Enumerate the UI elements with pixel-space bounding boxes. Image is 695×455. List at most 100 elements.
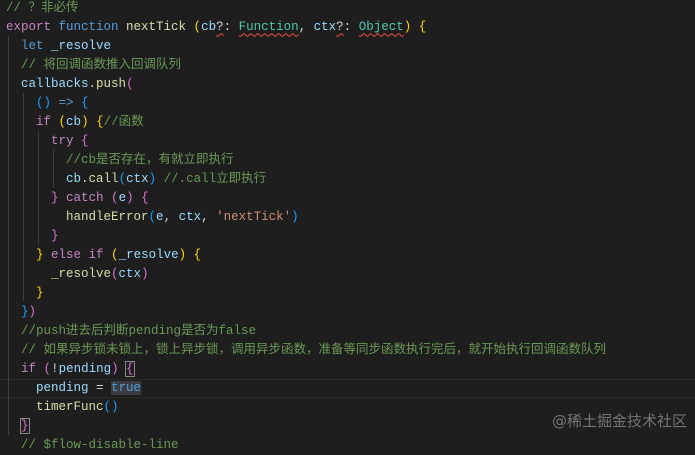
code-token: if xyxy=(21,361,44,376)
code-token: ( xyxy=(148,209,157,224)
code-token: callbacks xyxy=(21,76,89,91)
code-token: , xyxy=(201,209,217,224)
code-token: // ？非必传 xyxy=(6,0,79,15)
code-token: //.call立即执行 xyxy=(163,171,267,186)
code-token: pending xyxy=(58,361,112,376)
code-token: ) xyxy=(28,304,37,319)
code-line[interactable]: let _resolve xyxy=(6,37,695,56)
code-token: // 将回调函数推入回调队列 xyxy=(21,57,182,72)
code-token: } xyxy=(21,304,29,319)
code-token: catch xyxy=(58,190,112,205)
code-token: nextTick xyxy=(126,19,194,34)
code-token: { xyxy=(81,133,89,148)
code-line[interactable]: // ？非必传 xyxy=(6,0,695,18)
watermark: @稀土掘金技术社区 xyxy=(551,412,687,430)
code-line[interactable]: }) xyxy=(6,303,695,322)
indent-guide xyxy=(38,131,39,245)
code-line[interactable]: _resolve(ctx) xyxy=(6,265,695,284)
code-token: ) xyxy=(178,247,187,262)
code-token: Function xyxy=(238,19,299,34)
code-line[interactable]: // 将回调函数推入回调队列 xyxy=(6,56,695,75)
code-token: cb xyxy=(66,114,82,129)
code-token: ) xyxy=(291,209,299,224)
code-token: { xyxy=(125,360,135,377)
code-line[interactable]: handleError(e, ctx, 'nextTick') xyxy=(6,208,695,227)
code-line[interactable]: // $flow-disable-line xyxy=(6,436,695,455)
code-token: try xyxy=(51,133,82,148)
code-line[interactable]: export function nextTick (cb?: Function,… xyxy=(6,18,695,37)
code-token: ) xyxy=(141,266,149,281)
code-token: ) xyxy=(148,171,157,186)
code-line[interactable]: //cb是否存在，有就立即执行 xyxy=(6,151,695,170)
code-token: ( xyxy=(193,19,202,34)
code-token: ) xyxy=(126,190,134,205)
code-token: _resolve xyxy=(51,266,112,281)
code-line[interactable]: try { xyxy=(6,132,695,151)
code-token: ctx xyxy=(178,209,202,224)
code-line[interactable]: } xyxy=(6,284,695,303)
code-token: ( xyxy=(111,247,119,262)
code-token: } xyxy=(20,417,30,434)
code-line[interactable]: if (!pending) { xyxy=(6,360,695,379)
code-line[interactable]: if (cb) {//函数 xyxy=(6,113,695,132)
code-token: : xyxy=(343,19,359,34)
code-token: //函数 xyxy=(103,114,144,129)
code-token: pending xyxy=(36,380,89,395)
code-token: ( xyxy=(43,361,52,376)
code-token: export xyxy=(6,19,59,34)
code-token: . xyxy=(81,171,89,186)
code-token: => xyxy=(51,95,82,110)
code-line[interactable]: } else if (_resolve) { xyxy=(6,246,695,265)
code-token: } xyxy=(36,247,44,262)
code-token: { xyxy=(96,114,104,129)
code-token: ( xyxy=(111,266,119,281)
code-token: //cb是否存在，有就立即执行 xyxy=(66,152,234,167)
code-token: 'nextTick' xyxy=(216,209,292,224)
code-token: _resolve xyxy=(51,38,112,53)
code-token: push xyxy=(96,76,127,91)
code-token: function xyxy=(58,19,127,34)
code-token: Object xyxy=(358,19,404,34)
code-token: ) xyxy=(111,361,119,376)
code-token: true xyxy=(111,380,142,395)
code-editor[interactable]: // ？非必传 export function nextTick (cb?: Fu… xyxy=(6,0,695,455)
code-token: } xyxy=(51,190,59,205)
code-token: else if xyxy=(43,247,112,262)
code-line[interactable]: callbacks.push( xyxy=(6,75,695,94)
code-token: call xyxy=(88,171,119,186)
code-line[interactable]: //push进去后判断pending是否为false xyxy=(6,322,695,341)
code-token: e xyxy=(118,190,127,205)
code-line[interactable]: cb.call(ctx) //.call立即执行 xyxy=(6,170,695,189)
code-token: { xyxy=(81,95,89,110)
code-token: e xyxy=(156,209,164,224)
code-token: // 如果异步锁未锁上，锁上异步锁，调用异步函数，准备等同步函数执行完后，就开始… xyxy=(21,342,607,357)
code-token: } xyxy=(36,285,44,300)
code-token: } xyxy=(51,228,59,243)
code-token: ? xyxy=(216,19,224,34)
code-line[interactable]: // 如果异步锁未锁上，锁上异步锁，调用异步函数，准备等同步函数执行完后，就开始… xyxy=(6,341,695,360)
code-token: ) xyxy=(81,114,89,129)
code-line[interactable]: () => { xyxy=(6,94,695,113)
code-token: ( xyxy=(58,114,67,129)
code-line[interactable]: } catch (e) { xyxy=(6,189,695,208)
code-token: () xyxy=(36,95,52,110)
code-token: let xyxy=(21,38,52,53)
code-line[interactable]: } xyxy=(6,227,695,246)
code-token: () xyxy=(103,399,119,414)
code-line[interactable]: pending = true xyxy=(0,379,695,398)
code-token: ( xyxy=(118,171,127,186)
